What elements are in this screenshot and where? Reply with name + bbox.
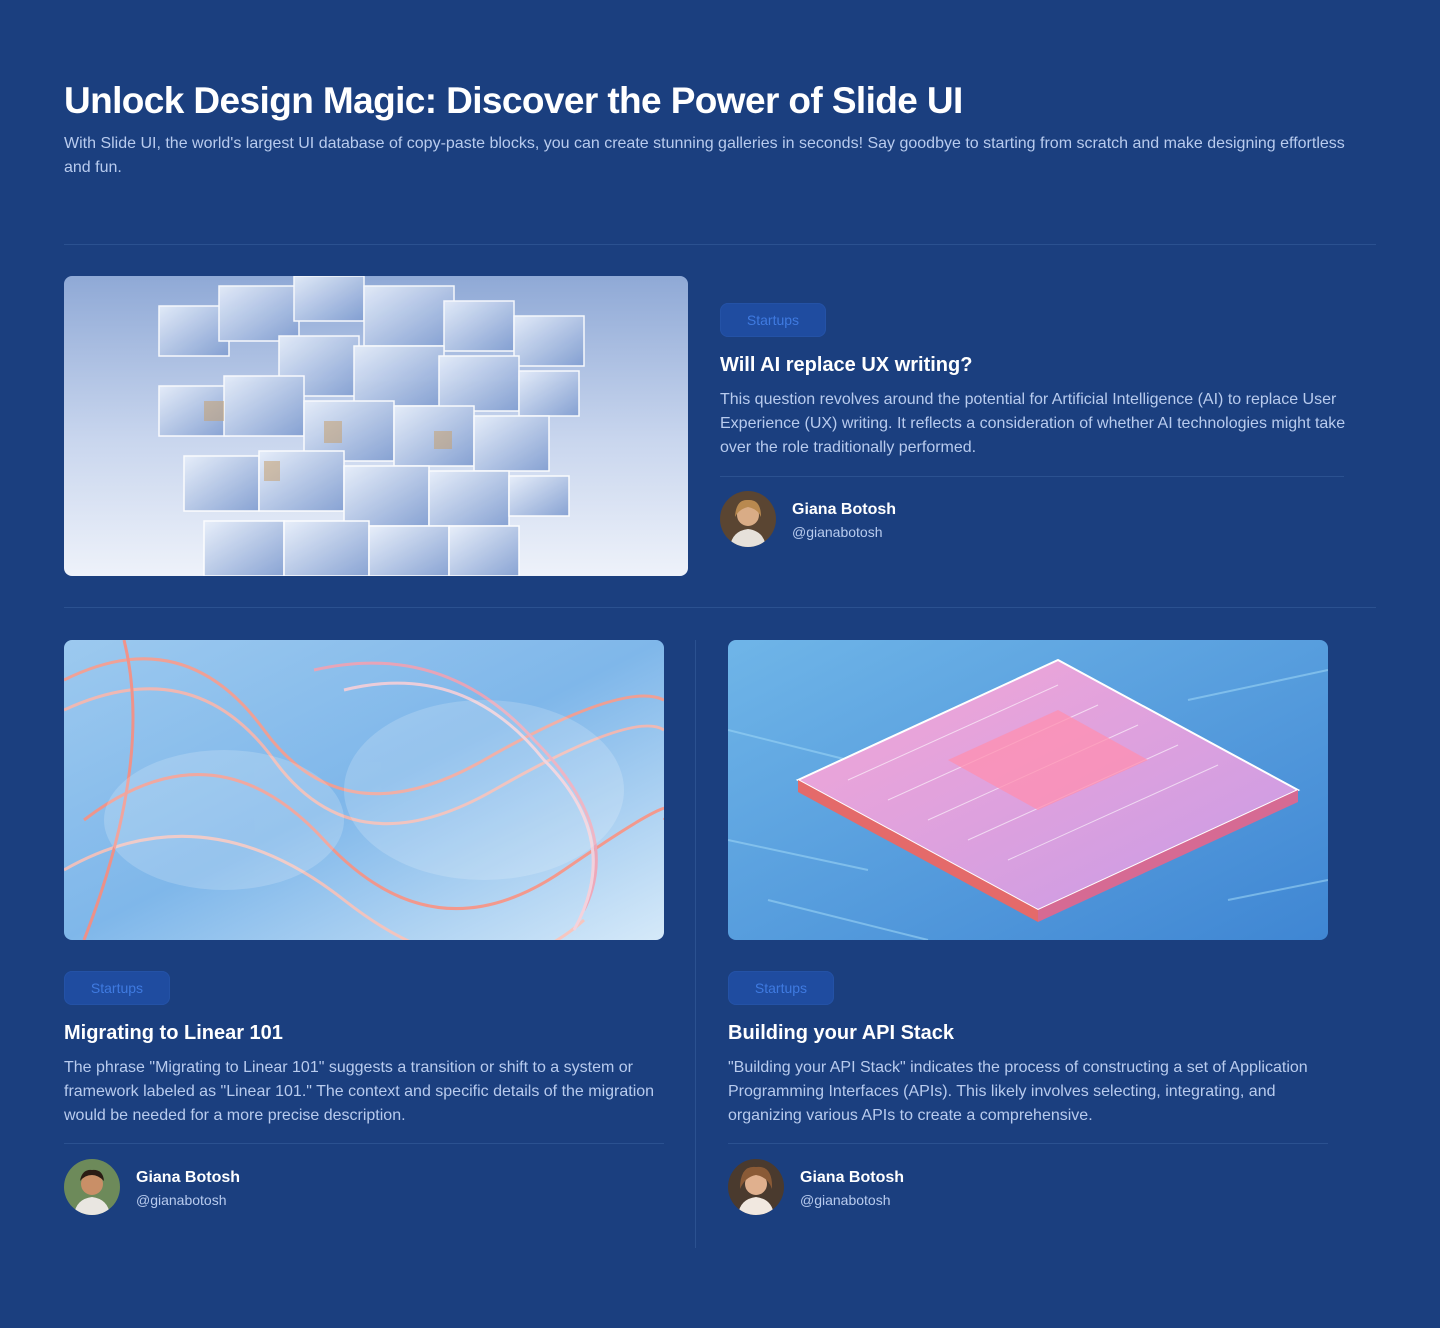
post-title[interactable]: Will AI replace UX writing?: [720, 354, 972, 377]
author-handle: @gianabotosh: [136, 1192, 227, 1208]
author-name[interactable]: Giana Botosh: [800, 1169, 904, 1187]
section-divider: [64, 244, 1376, 245]
card-divider: [720, 476, 1344, 477]
author-name[interactable]: Giana Botosh: [792, 501, 896, 519]
page-title: Unlock Design Magic: Discover the Power …: [64, 80, 963, 121]
post-description: The phrase "Migrating to Linear 101" sug…: [64, 1059, 655, 1124]
card-divider: [728, 1143, 1328, 1144]
post-description: "Building your API Stack" indicates the …: [728, 1059, 1308, 1124]
author-avatar[interactable]: [720, 491, 776, 547]
post-image-glass-waves[interactable]: [64, 640, 664, 940]
post-image-microchip[interactable]: [728, 640, 1328, 940]
post-image-glass-cubes[interactable]: [64, 276, 688, 576]
page-subtitle: With Slide UI, the world's largest UI da…: [64, 135, 1345, 176]
post-description: This question revolves around the potent…: [720, 391, 1346, 456]
section-divider: [64, 607, 1376, 608]
category-badge[interactable]: Startups: [64, 971, 170, 1005]
category-badge[interactable]: Startups: [728, 971, 834, 1005]
author-avatar[interactable]: [728, 1159, 784, 1215]
author-name[interactable]: Giana Botosh: [136, 1169, 240, 1187]
author-handle: @gianabotosh: [792, 524, 883, 540]
author-avatar[interactable]: [64, 1159, 120, 1215]
post-title[interactable]: Building your API Stack: [728, 1022, 954, 1045]
card-divider: [64, 1143, 664, 1144]
category-badge[interactable]: Startups: [720, 303, 826, 337]
column-divider: [695, 640, 696, 1248]
post-title[interactable]: Migrating to Linear 101: [64, 1022, 283, 1045]
author-handle: @gianabotosh: [800, 1192, 891, 1208]
